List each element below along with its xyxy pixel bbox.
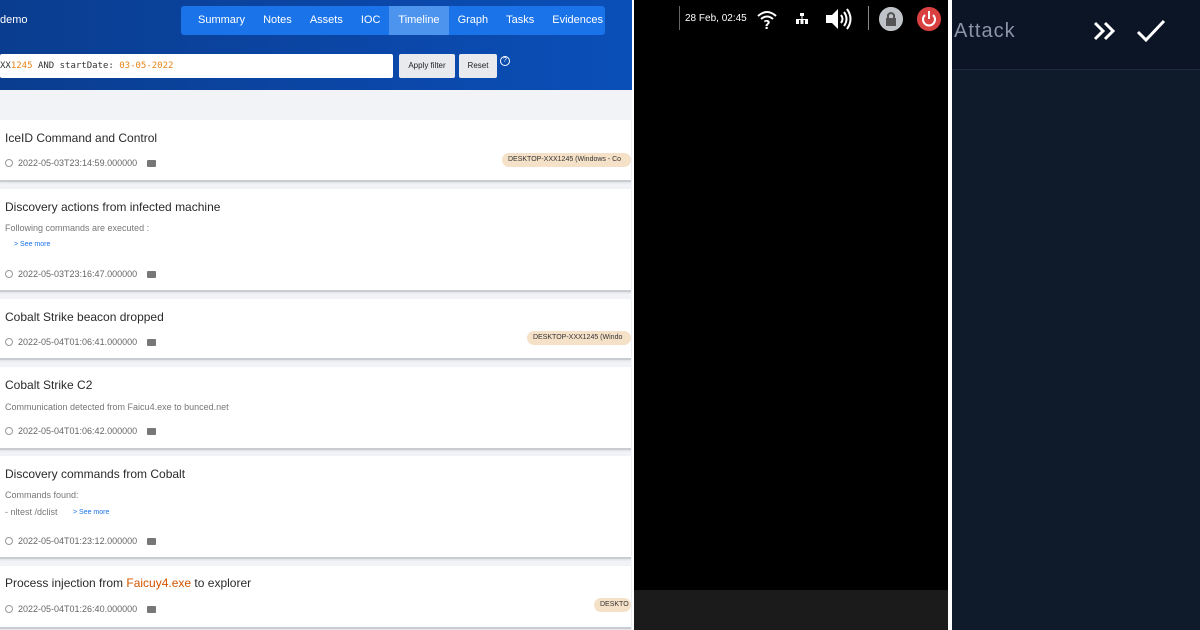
document-icon[interactable] (147, 338, 157, 346)
document-icon[interactable] (147, 427, 157, 435)
event-description: Following commands are executed : (5, 223, 150, 233)
svg-text:?: ? (764, 18, 771, 30)
tray-separator (679, 6, 680, 30)
event-timestamp: 2022-05-03T23:14:59.000000 (18, 158, 138, 168)
wifi-unknown-icon[interactable]: ? (756, 8, 778, 30)
timeline-panel: demo Summary Notes Assets IOC Timeline G… (0, 0, 632, 630)
timeline-event-card[interactable]: Process injection from Faicuy4.exe to ex… (0, 566, 631, 629)
event-title: Discovery actions from infected machine (5, 200, 221, 214)
event-title-highlight: Faicuy4.exe (126, 576, 192, 590)
clock-icon (5, 338, 13, 346)
see-more-link[interactable]: > See more (14, 241, 50, 248)
timeline-filter-input[interactable]: XX1245 AND startDate: 03-05-2022 (0, 54, 393, 78)
power-icon[interactable] (917, 7, 941, 31)
clock-icon (5, 537, 13, 545)
tab-timeline[interactable]: Timeline (389, 6, 449, 35)
lock-icon[interactable] (879, 7, 903, 31)
network-icon[interactable] (796, 13, 808, 25)
event-description-line2: - nltest /dclist (5, 507, 58, 517)
bottom-bar (634, 590, 948, 630)
attack-header: Attack (952, 0, 1200, 70)
system-tray: 28 Feb, 02:45 ? (634, 0, 948, 38)
clock-icon (5, 270, 13, 278)
case-nav: Summary Notes Assets IOC Timeline Graph … (181, 6, 605, 35)
event-timestamp-row: 2022-05-04T01:06:41.000000 (5, 337, 157, 347)
tab-ioc[interactable]: IOC (352, 6, 390, 35)
event-title: Cobalt Strike C2 (5, 378, 93, 392)
timeline-event-card[interactable]: Cobalt Strike beacon dropped 2022-05-04T… (0, 299, 631, 360)
event-title: IceID Command and Control (5, 131, 158, 145)
event-title: Process injection from Faicuy4.exe to ex… (5, 576, 251, 590)
help-icon[interactable]: ? (500, 56, 510, 66)
event-timestamp: 2022-05-03T23:16:47.000000 (18, 269, 138, 279)
document-icon[interactable] (147, 537, 157, 545)
timeline-event-card[interactable]: Discovery commands from Cobalt Commands … (0, 456, 631, 559)
event-title-suffix: to explorer (191, 576, 252, 590)
tab-summary[interactable]: Summary (189, 6, 254, 35)
tray-separator (868, 6, 869, 30)
brand-label: demo (0, 14, 28, 26)
event-timestamp-row: 2022-05-03T23:16:47.000000 (5, 269, 157, 279)
clock-label[interactable]: 28 Feb, 02:45 (685, 13, 747, 24)
case-header: demo Summary Notes Assets IOC Timeline G… (0, 0, 632, 90)
timeline-event-card[interactable]: Discovery actions from infected machine … (0, 189, 631, 292)
search-num2: 03-05-2022 (119, 61, 174, 71)
tab-tasks[interactable]: Tasks (497, 6, 543, 35)
document-icon[interactable] (147, 605, 157, 613)
event-timestamp: 2022-05-04T01:26:40.000000 (18, 604, 138, 614)
asset-tag[interactable]: DESKTOP-XXX1245 (Windows - Co (502, 153, 631, 167)
event-title: Discovery commands from Cobalt (5, 467, 186, 481)
event-title-prefix: Process injection from (5, 576, 127, 590)
attack-panel: Attack (952, 0, 1200, 630)
event-timestamp-row: 2022-05-04T01:23:12.000000 (5, 536, 157, 546)
timeline-event-card[interactable]: IceID Command and Control 2022-05-03T23:… (0, 120, 631, 182)
event-title: Cobalt Strike beacon dropped (5, 310, 164, 324)
system-tray-panel: 28 Feb, 02:45 ? (634, 0, 948, 630)
search-prefix: XX (0, 61, 11, 71)
event-description: Commands found: (5, 490, 79, 500)
event-description: Communication detected from Faicu4.exe t… (5, 402, 229, 412)
clock-icon (5, 159, 13, 167)
asset-tag[interactable]: DESKTOP-XXX1245 (Windo (527, 331, 631, 345)
tab-notes[interactable]: Notes (254, 6, 301, 35)
clock-icon (5, 427, 13, 435)
document-icon[interactable] (147, 270, 157, 278)
timeline-event-card[interactable]: Cobalt Strike C2 Communication detected … (0, 367, 631, 450)
search-num1: 1245 (10, 61, 33, 71)
event-timestamp: 2022-05-04T01:06:42.000000 (18, 426, 138, 436)
event-timestamp-row: 2022-05-04T01:26:40.000000 (5, 604, 157, 614)
event-timestamp-row: 2022-05-03T23:14:59.000000 (5, 158, 157, 168)
tab-assets[interactable]: Assets (301, 6, 352, 35)
volume-icon[interactable] (824, 6, 854, 32)
clock-icon (5, 605, 13, 613)
event-timestamp: 2022-05-04T01:23:12.000000 (18, 536, 138, 546)
tab-evidences[interactable]: Evidences (543, 6, 612, 35)
tab-graph[interactable]: Graph (449, 6, 498, 35)
attack-label: Attack (954, 20, 1016, 42)
event-timestamp: 2022-05-04T01:06:41.000000 (18, 337, 138, 347)
checkmark-icon[interactable] (1135, 17, 1167, 45)
search-middle: AND startDate: (32, 61, 120, 71)
document-icon[interactable] (147, 159, 157, 167)
reset-button[interactable]: Reset (459, 54, 497, 78)
see-more-link[interactable]: > See more (73, 509, 109, 516)
asset-tag[interactable]: DESKTO (594, 598, 631, 612)
fast-forward-icon[interactable] (1092, 19, 1118, 43)
apply-filter-button[interactable]: Apply filter (399, 54, 455, 78)
event-timestamp-row: 2022-05-04T01:06:42.000000 (5, 426, 157, 436)
